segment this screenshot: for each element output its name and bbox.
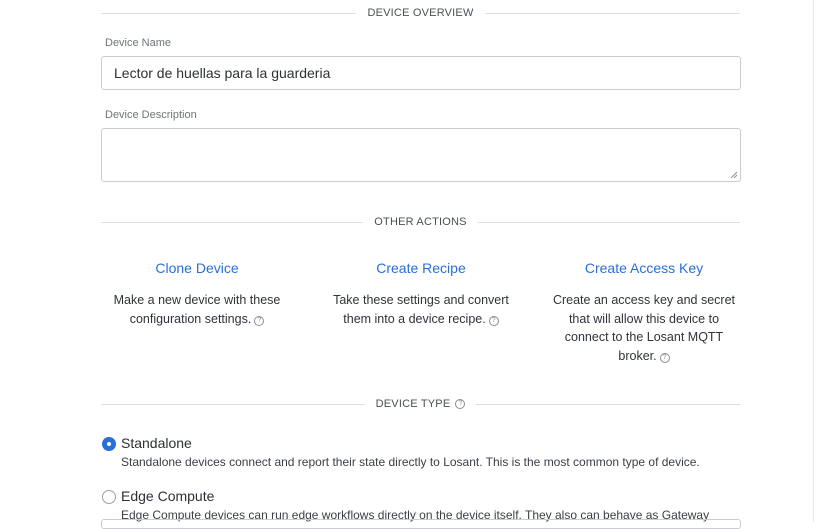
device-type-heading-text: DEVICE TYPE xyxy=(375,398,451,410)
edge-compute-label[interactable]: Edge Compute xyxy=(121,488,214,504)
device-type-heading: DEVICE TYPE ? xyxy=(365,398,477,410)
create-access-key-action: Create Access Key Create an access key a… xyxy=(544,260,744,365)
device-overview-divider: DEVICE OVERVIEW xyxy=(101,6,741,20)
clone-device-desc-text: configuration settings. xyxy=(129,311,252,326)
create-access-key-desc-text: broker. xyxy=(618,348,657,363)
help-icon[interactable]: ? xyxy=(254,315,265,326)
other-actions-divider: OTHER ACTIONS xyxy=(101,215,741,229)
help-icon[interactable]: ? xyxy=(455,399,466,409)
help-icon[interactable]: ? xyxy=(659,352,670,363)
radio-unselected-icon[interactable] xyxy=(102,490,116,504)
device-name-input[interactable] xyxy=(101,56,741,90)
create-access-key-link[interactable]: Create Access Key xyxy=(544,260,744,276)
create-recipe-desc-line: Take these settings and convert xyxy=(333,293,509,307)
device-name-label: Device Name xyxy=(105,37,172,49)
create-access-key-desc-line: connect to the Losant MQTT xyxy=(564,330,724,344)
divider-line xyxy=(101,221,364,223)
device-description-label: Device Description xyxy=(105,109,197,121)
clone-device-action: Clone Device Make a new device with thes… xyxy=(102,260,292,328)
clone-device-link[interactable]: Clone Device xyxy=(102,260,292,276)
next-field-box[interactable] xyxy=(101,519,741,529)
standalone-description: Standalone devices connect and report th… xyxy=(121,455,700,469)
divider-line xyxy=(484,12,741,14)
divider-line xyxy=(101,403,365,405)
create-recipe-action: Create Recipe Take these settings and co… xyxy=(321,260,521,328)
create-access-key-desc-line: that will allow this device to xyxy=(568,311,720,326)
other-actions-heading: OTHER ACTIONS xyxy=(374,216,467,228)
device-overview-heading: DEVICE OVERVIEW xyxy=(367,7,474,19)
create-access-key-description: Create an access key and secret that wil… xyxy=(544,291,744,365)
divider-line xyxy=(477,221,741,223)
create-recipe-desc-line: them into a device recipe.? xyxy=(321,310,521,329)
device-description-textarea[interactable] xyxy=(101,128,741,182)
create-recipe-link[interactable]: Create Recipe xyxy=(321,260,521,276)
standalone-label[interactable]: Standalone xyxy=(121,435,192,451)
create-recipe-desc-text: them into a device recipe. xyxy=(343,311,486,326)
resize-grip-icon[interactable] xyxy=(730,171,738,179)
device-type-divider: DEVICE TYPE ? xyxy=(101,397,740,411)
clone-device-desc-line: Make a new device with these xyxy=(113,293,281,307)
divider-line xyxy=(476,403,740,405)
create-access-key-desc-line: Create an access key and secret xyxy=(552,293,736,307)
radio-selected-icon[interactable] xyxy=(102,437,116,451)
divider-line xyxy=(101,12,357,14)
clone-device-desc-line: configuration settings.? xyxy=(102,310,292,329)
clone-device-description: Make a new device with these configurati… xyxy=(102,291,292,328)
create-recipe-description: Take these settings and convert them int… xyxy=(321,291,521,328)
help-icon[interactable]: ? xyxy=(488,315,499,326)
create-access-key-desc-line: broker.? xyxy=(544,347,744,366)
